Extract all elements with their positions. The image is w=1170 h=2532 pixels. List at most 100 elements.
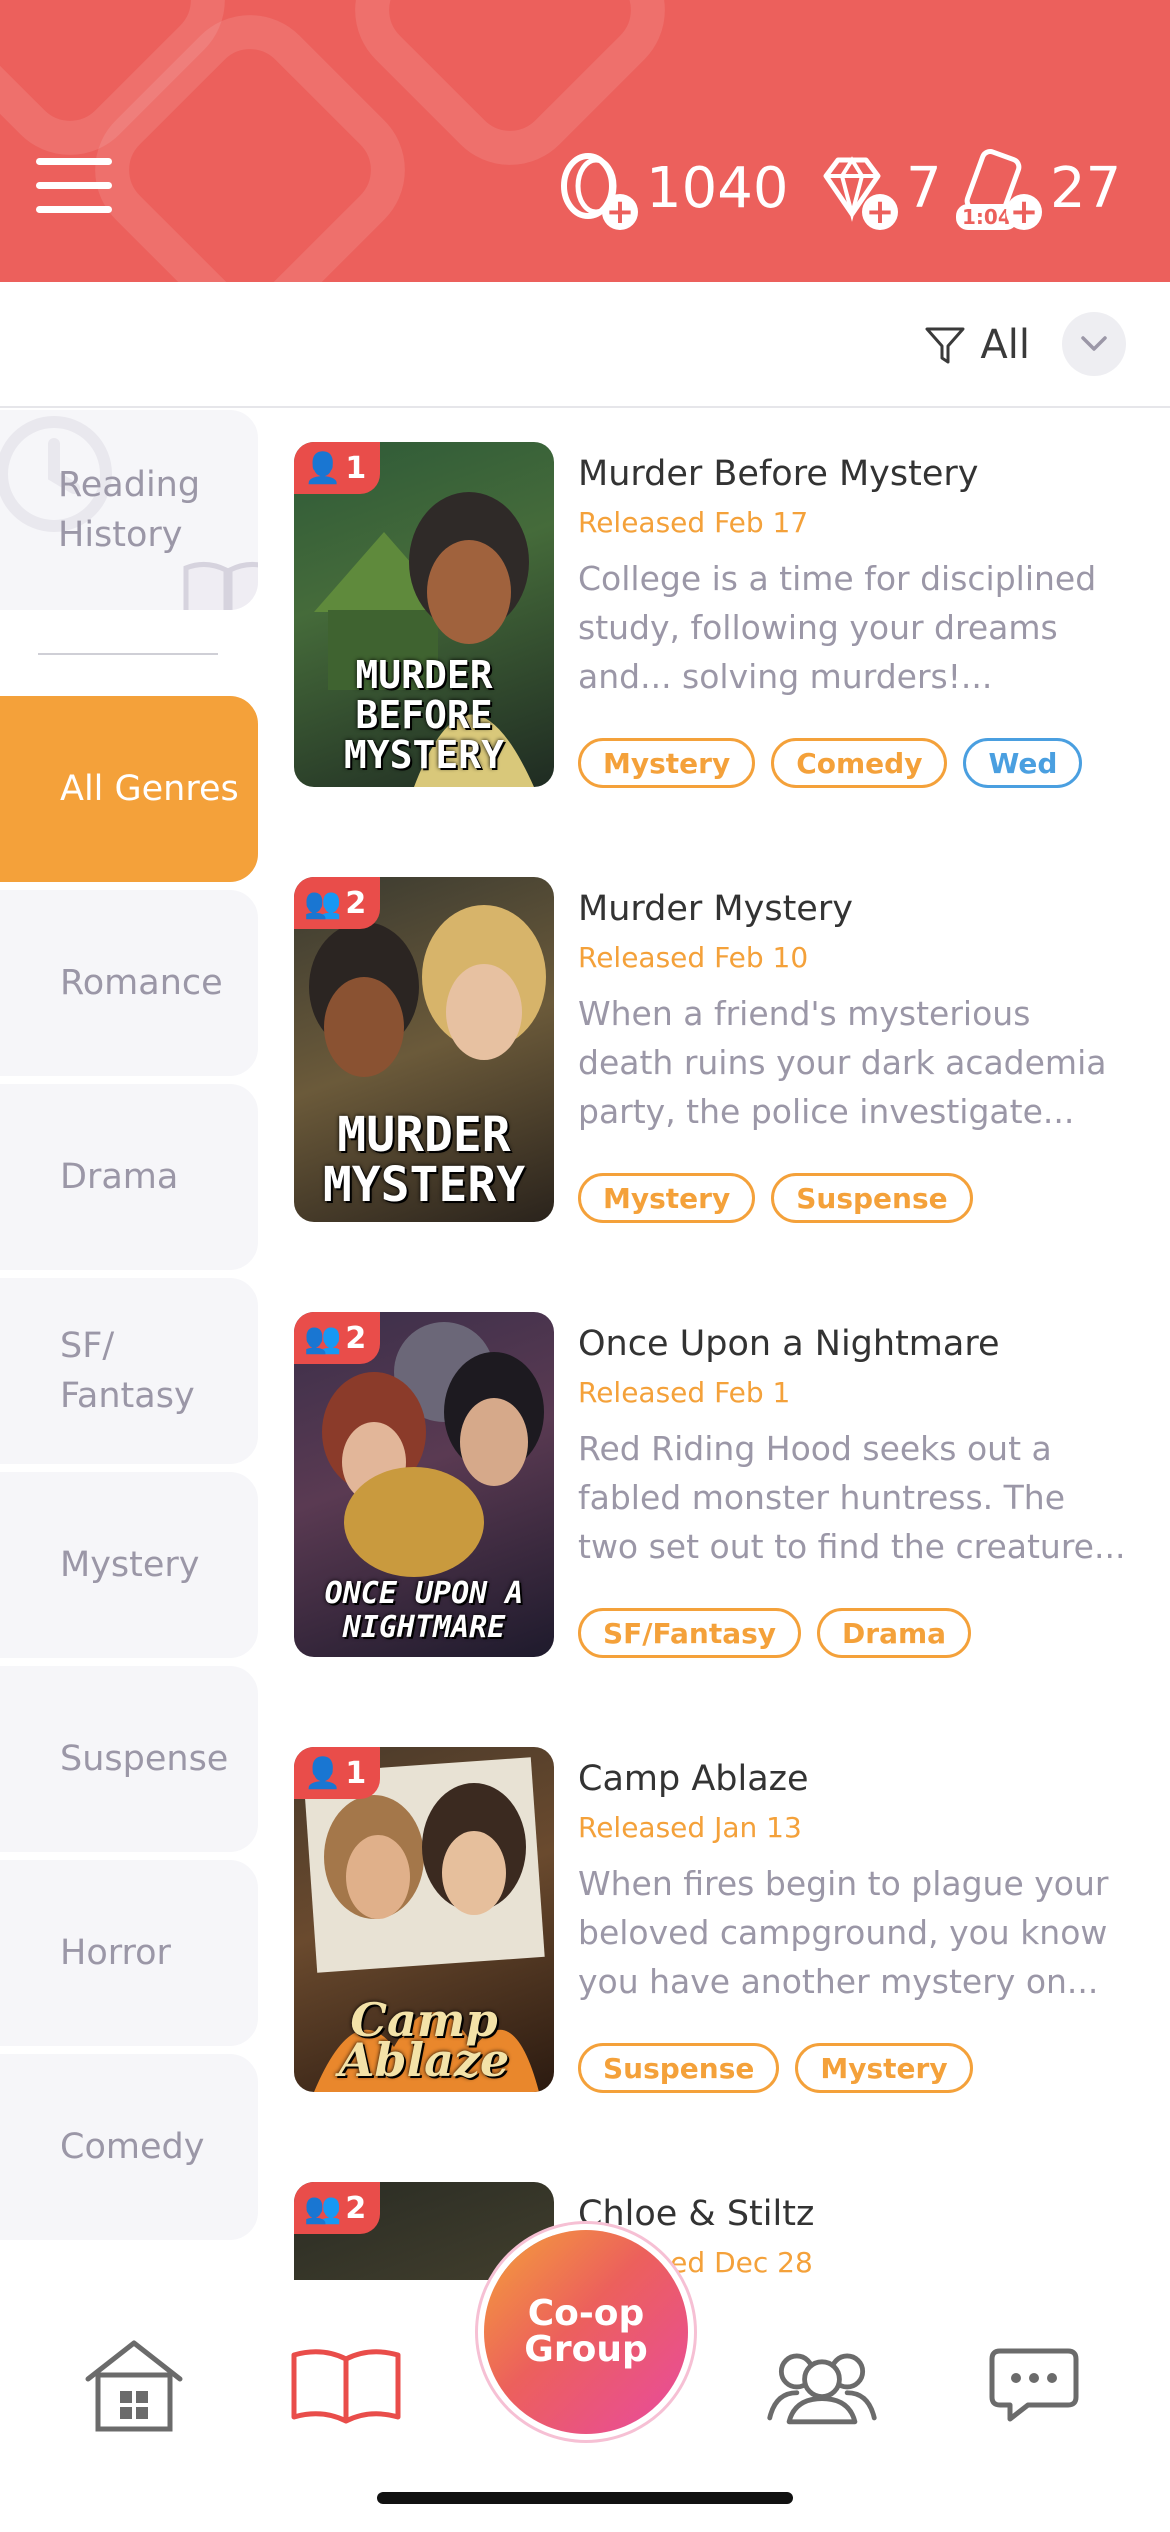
pass-ticket-icon: 1:04 + (956, 148, 1042, 230)
story-card[interactable]: 👤 1 Camp Ablaze Camp Ablaze Released Jan … (294, 1747, 1134, 2093)
tag-mystery[interactable]: Mystery (795, 2043, 973, 2093)
coop-group-button[interactable]: Co-op Group (484, 2230, 688, 2434)
coins-counter[interactable]: + 1040 (552, 148, 789, 230)
gem-icon: + (812, 148, 898, 230)
players-icon: 👥 (304, 1320, 342, 1356)
nav-friends[interactable] (762, 2330, 882, 2440)
cover-title: MURDER BEFORE MYSTERY (343, 653, 505, 777)
tag-suspense[interactable]: Suspense (578, 2043, 780, 2093)
sidebar-item-sf-fantasy[interactable]: SF/ Fantasy (0, 1278, 258, 1464)
genre-label: Romance (60, 963, 223, 1003)
menu-line (36, 182, 112, 189)
tag-mystery[interactable]: Mystery (578, 1173, 756, 1223)
story-cover[interactable]: 👥 2 ONCE UPON A NIGHTMARE (294, 1312, 554, 1657)
players-icon: 👥 (304, 885, 342, 921)
book-icon (291, 2349, 401, 2424)
nav-chat[interactable] (974, 2330, 1094, 2440)
cover-title: Camp Ablaze (338, 1993, 510, 2087)
add-gems-icon[interactable]: + (862, 194, 898, 230)
player-count: 2 (345, 885, 367, 921)
player-count-badge: 👥 2 (294, 877, 381, 929)
player-count: 1 (345, 1755, 367, 1791)
tag-drama[interactable]: Drama (817, 1608, 972, 1658)
sidebar-item-mystery[interactable]: Mystery (0, 1472, 258, 1658)
tag-sf-fantasy[interactable]: SF/Fantasy (578, 1608, 802, 1658)
players-icon: 👤 (304, 450, 342, 486)
story-title: Once Upon a Nightmare (578, 1324, 1000, 1364)
story-release-date: Released Feb 10 (578, 941, 809, 974)
player-count-badge: 👥 2 (294, 2182, 381, 2234)
home-icon (85, 2340, 183, 2432)
story-card[interactable]: 👥 2 Chloe & Stiltz Released Dec 28 (294, 2182, 1134, 2280)
story-tags: SF/Fantasy Drama (578, 1608, 972, 1658)
coins-value: 1040 (646, 155, 789, 221)
story-description: When fires begin to plague your beloved … (578, 1864, 1109, 2001)
sidebar-item-horror[interactable]: Horror (0, 1860, 258, 2046)
story-cover[interactable]: 👤 1 Camp Ablaze (294, 1747, 554, 2092)
story-card[interactable]: 👥 2 ONCE UPON A NIGHTMARE Once Upon a Nig… (294, 1312, 1134, 1658)
chat-icon (989, 2348, 1079, 2422)
genre-label: Drama (60, 1157, 179, 1197)
story-cover[interactable]: 👤 1 MURDER BEFORE MYSTERY (294, 442, 554, 787)
story-description: Red Riding Hood seeks out a fabled monst… (578, 1429, 1126, 1566)
open-book-icon (183, 562, 258, 610)
menu-line (36, 158, 112, 165)
tag-suspense[interactable]: Suspense (771, 1173, 973, 1223)
filter-icon (925, 327, 965, 364)
nav-library[interactable] (286, 2330, 406, 2440)
add-coins-icon[interactable]: + (602, 194, 638, 230)
genre-label: SF/ Fantasy (60, 1326, 195, 1416)
player-count: 1 (345, 450, 367, 486)
genre-label: Horror (60, 1933, 171, 1973)
story-cover[interactable]: 👥 2 MURDER MYSTERY (294, 877, 554, 1222)
add-passes-icon[interactable]: + (1006, 194, 1042, 230)
story-card[interactable]: 👤 1 MURDER BEFORE MYSTERY Murder Before M… (294, 442, 1134, 788)
filter-label: All (980, 322, 1030, 368)
story-tags: Suspense Mystery (578, 2043, 973, 2093)
reading-history-button[interactable]: Reading History (0, 410, 258, 610)
players-icon: 👤 (304, 1755, 342, 1791)
tag-comedy[interactable]: Comedy (771, 738, 948, 788)
passes-value: 27 (1050, 155, 1122, 221)
genre-label: Comedy (60, 2127, 205, 2167)
cover-title: ONCE UPON A NIGHTMARE (324, 1576, 524, 1645)
story-description: College is a time for disciplined study,… (578, 559, 1097, 696)
cover-title: MURDER MYSTERY (322, 1107, 526, 1213)
menu-button[interactable] (36, 158, 112, 214)
story-release-date: Released Feb 1 (578, 1376, 791, 1409)
story-tags: Mystery Suspense (578, 1173, 973, 1223)
filter-bar: All (0, 282, 1170, 408)
story-card[interactable]: 👥 2 MURDER MYSTERY Murder Mystery Release… (294, 877, 1134, 1223)
sidebar-divider (38, 653, 218, 655)
player-count: 2 (345, 1320, 367, 1356)
filter-button[interactable]: All (924, 322, 1030, 368)
story-release-date: Released Jan 13 (578, 1811, 802, 1844)
story-description: When a friend's mysterious death ruins y… (578, 994, 1107, 1131)
gems-value: 7 (906, 155, 942, 221)
genre-label: Mystery (60, 1545, 200, 1585)
sidebar-item-drama[interactable]: Drama (0, 1084, 258, 1270)
top-bar: + 1040 + 7 1:04 + 27 (0, 0, 1170, 282)
story-title: Chloe & Stiltz (578, 2194, 815, 2234)
sidebar-item-comedy[interactable]: Comedy (0, 2054, 258, 2240)
home-indicator[interactable] (377, 2492, 793, 2504)
story-title: Murder Mystery (578, 889, 853, 929)
story-title: Camp Ablaze (578, 1759, 809, 1799)
tag-mystery[interactable]: Mystery (578, 738, 756, 788)
sidebar-item-all-genres[interactable]: All Genres (0, 696, 258, 882)
nav-home[interactable] (74, 2330, 194, 2440)
friends-icon (767, 2353, 877, 2425)
gems-counter[interactable]: + 7 (812, 148, 942, 230)
filter-dropdown-button[interactable] (1062, 312, 1126, 376)
sidebar-item-suspense[interactable]: Suspense (0, 1666, 258, 1852)
app-screen: { "header": { "coins": "1040", "gems": "… (0, 0, 1170, 2532)
reading-history-label: Reading History (58, 465, 201, 555)
tag-schedule-day[interactable]: Wed (963, 738, 1083, 788)
players-icon: 👥 (304, 2190, 342, 2226)
story-release-date: Released Feb 17 (578, 506, 809, 539)
sidebar-item-romance[interactable]: Romance (0, 890, 258, 1076)
player-count-badge: 👤 1 (294, 442, 381, 494)
passes-counter[interactable]: 1:04 + 27 (956, 148, 1122, 230)
player-count-badge: 👥 2 (294, 1312, 381, 1364)
player-count-badge: 👤 1 (294, 1747, 381, 1799)
